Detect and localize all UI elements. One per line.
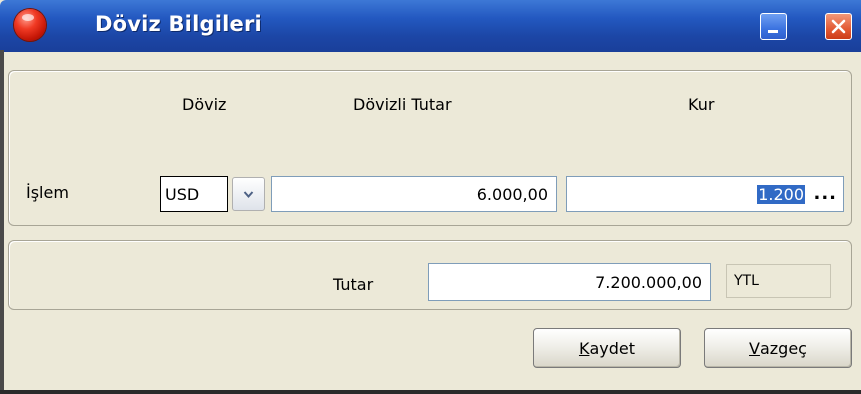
total-amount-value: 7.200.000,00 xyxy=(595,272,702,292)
rate-value: 1.200 xyxy=(757,184,805,204)
window-frame-left xyxy=(0,50,4,394)
chevron-down-icon xyxy=(243,191,254,199)
close-icon xyxy=(831,19,846,34)
window-frame-bottom xyxy=(0,390,861,394)
currency-dropdown-button[interactable] xyxy=(232,177,265,211)
close-button[interactable] xyxy=(825,13,852,40)
total-amount-field[interactable]: 7.200.000,00 xyxy=(428,263,711,301)
islem-label: İşlem xyxy=(26,183,69,202)
header-dovizli-tutar: Dövizli Tutar xyxy=(353,95,452,114)
total-currency-value: YTL xyxy=(734,273,759,289)
title-bar[interactable]: Döviz Bilgileri xyxy=(0,0,861,52)
save-accelerator: K xyxy=(578,338,590,358)
red-ball-icon xyxy=(14,9,46,41)
currency-select-value: USD xyxy=(165,184,200,204)
header-kur: Kur xyxy=(688,95,715,114)
minimize-button[interactable] xyxy=(760,13,787,40)
doviz-bilgileri-window: Döviz Bilgileri Döviz Dövizli Tutar Kur … xyxy=(0,0,861,394)
foreign-amount-field[interactable]: 6.000,00 xyxy=(271,176,557,212)
cancel-button[interactable]: Vazgeç xyxy=(704,328,852,368)
foreign-amount-value: 6.000,00 xyxy=(476,184,548,204)
save-label: aydet xyxy=(589,338,636,358)
tutar-label: Tutar xyxy=(333,275,374,294)
currency-select[interactable]: USD xyxy=(160,176,228,212)
rate-lookup-button[interactable]: ... xyxy=(813,183,837,204)
save-button[interactable]: Kaydet xyxy=(533,328,681,368)
total-currency-field: YTL xyxy=(726,264,831,298)
cancel-accelerator: V xyxy=(749,338,760,358)
header-doviz: Döviz xyxy=(182,95,227,114)
rate-field[interactable]: 1.200 ... xyxy=(566,176,844,212)
cancel-label: azgeç xyxy=(759,338,807,358)
window-title: Döviz Bilgileri xyxy=(95,12,262,36)
